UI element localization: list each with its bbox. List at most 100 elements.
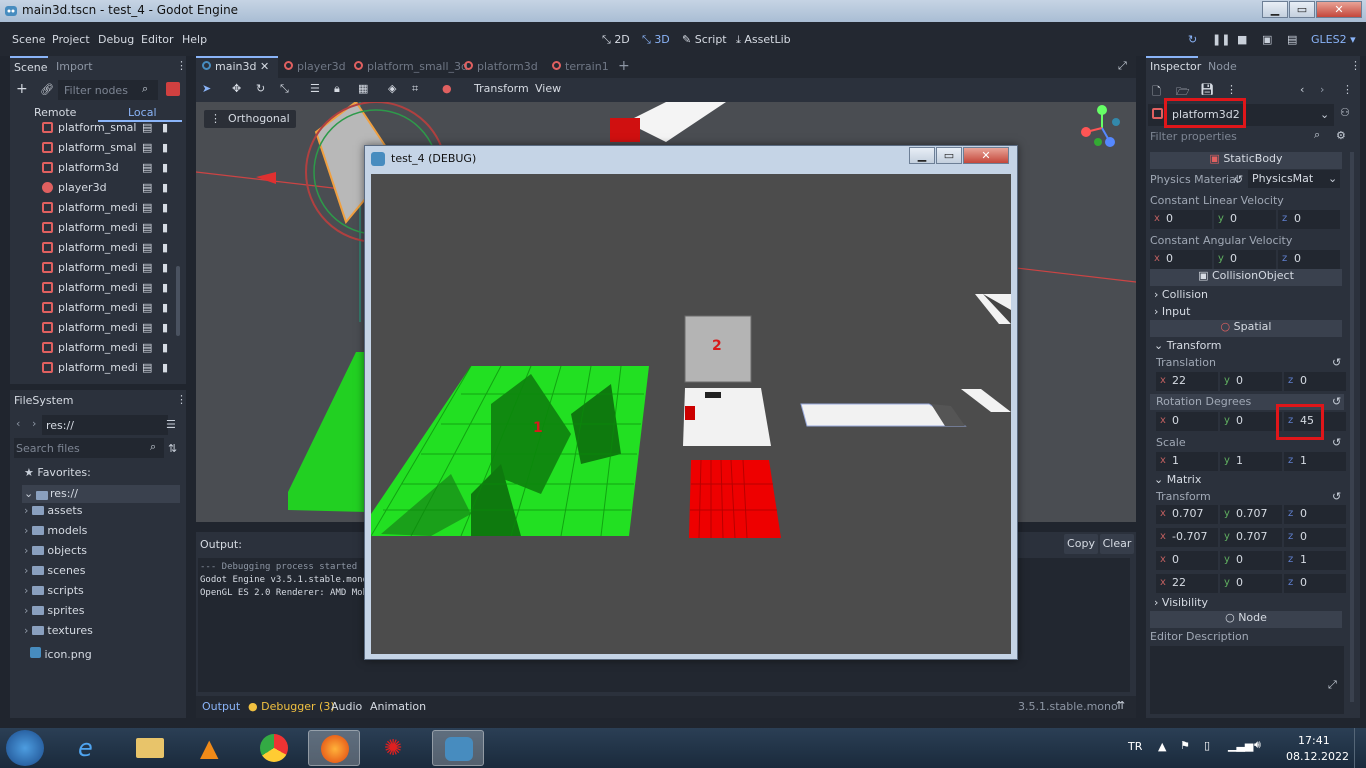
tree-node-row[interactable]: platform_smal▤▮◉ [22,118,180,138]
add-node-icon[interactable]: + [16,81,28,97]
collision-group[interactable]: › Collision [1154,288,1208,301]
clapperboard-icon[interactable]: ▤ [142,221,152,234]
inspector-scale-z-field[interactable]: z1 [1284,452,1346,471]
tree-node-row[interactable]: platform_medium▤▮◉ [22,358,180,378]
maximize-button[interactable]: ▭ [1289,1,1315,18]
filter-properties-input[interactable]: Filter properties ⌕ [1146,128,1340,148]
link-icon[interactable]: 🔗︎ [40,83,54,96]
debug-minimize-button[interactable]: ▁ [909,147,935,164]
scale-tool-icon[interactable]: ⤡ [280,82,289,96]
orientation-gizmo[interactable] [1074,102,1130,162]
reset-icon[interactable]: ↺ [1234,173,1243,186]
inspector-scrollbar[interactable] [1350,152,1354,702]
folder-row[interactable]: › models [24,524,87,544]
tree-node-row[interactable]: platform_medium▤▮◉ [22,338,180,358]
sort-icon[interactable]: ⇅ [168,442,177,455]
tree-node-row[interactable]: platform_medium▤▮◉ [22,238,180,258]
tree-node-row[interactable]: platform_medium▤▮◉ [22,318,180,338]
inspector-const_linear-y-field[interactable]: y0 [1214,210,1276,229]
inspector-const_linear-z-field[interactable]: z0 [1278,210,1340,229]
local-space-icon[interactable]: ◈ [388,82,396,95]
inspector-matrix-3-y-field[interactable]: y0 [1220,574,1282,593]
history-forward-icon[interactable]: › [1320,83,1324,96]
menu-scene[interactable]: Scene [12,33,46,46]
inspector-scale-x-field[interactable]: x1 [1156,452,1218,471]
matrix-group[interactable]: ⌄ Matrix [1154,473,1201,486]
forward-arrow-icon[interactable]: › [32,417,36,430]
folder-row[interactable]: › sprites [24,604,85,624]
select-tool-icon[interactable]: ➤ [202,82,211,95]
flag-icon[interactable]: ⚑ [1180,739,1190,752]
tree-node-row[interactable]: platform_medium▤▮◉ [22,218,180,238]
section-node[interactable]: ○ Node [1150,611,1342,628]
battery-icon[interactable]: ▯ [1204,739,1210,752]
script-icon[interactable]: ▮ [162,141,168,154]
inspector-matrix-0-x-field[interactable]: x 0.707 [1156,505,1218,524]
script-icon[interactable]: ▮ [162,221,168,234]
clapperboard-icon[interactable]: ▤ [142,161,152,174]
network-icon[interactable]: ▁▃▅ [1228,739,1253,752]
folder-row[interactable]: › scenes [24,564,85,584]
script-icon[interactable]: ▮ [162,321,168,334]
ie-app[interactable]: e [64,730,116,766]
debug-close-button[interactable]: ✕ [963,147,1009,164]
script-icon[interactable]: ▮ [162,181,168,194]
script-icon[interactable]: ▮ [162,241,168,254]
clapperboard-icon[interactable]: ▤ [142,141,152,154]
renderer-select[interactable]: GLES2 ▾ [1311,33,1356,46]
history-icon[interactable]: ⋮ [1342,83,1353,96]
menu-project[interactable]: Project [52,33,90,46]
input-group[interactable]: › Input [1154,305,1190,318]
inspector-translation-z-field[interactable]: z0 [1284,372,1346,391]
new-resource-icon[interactable]: 🗋︎ [1152,83,1161,102]
play-scene-icon[interactable]: ▣ [1262,33,1272,46]
clapperboard-icon[interactable]: ▤ [142,361,152,374]
script-icon[interactable]: ▮ [162,121,168,134]
clapperboard-icon[interactable]: ▤ [142,321,152,334]
inspector-matrix-2-y-field[interactable]: y0 [1220,551,1282,570]
workspace-script[interactable]: ✎ Script [682,33,727,46]
clapperboard-icon[interactable]: ▤ [142,121,152,134]
path-field[interactable]: res:// [42,415,168,435]
search-files-input[interactable]: Search files ⌕ [14,438,164,458]
tree-node-row[interactable]: platform3d▤▮◉ [22,158,180,178]
folder-row[interactable]: › objects [24,544,87,564]
filter-nodes-input[interactable]: Filter nodes ⌕ [58,80,158,100]
reload-icon[interactable]: ↻ [1188,33,1197,46]
copy-button[interactable]: Copy [1064,534,1098,554]
pause-icon[interactable]: ❚❚ [1212,33,1230,46]
snap-icon[interactable]: ⌗ [412,82,418,96]
close-button[interactable]: ✕ [1316,1,1362,18]
dock-menu-icon[interactable]: ⋮ [176,59,187,72]
clapperboard-icon[interactable]: ▤ [142,281,152,294]
tree-node-row[interactable]: platform_medium▤▮◉ [22,298,180,318]
expand-icon[interactable]: ⤢ [1328,678,1337,692]
section-collisionobject[interactable]: ▣ CollisionObject [1150,269,1342,286]
tree-scrollbar[interactable] [176,266,180,336]
folder-row[interactable]: › textures [24,624,93,644]
inspector-const_angular-x-field[interactable]: x0 [1150,250,1212,269]
visibility-group[interactable]: › Visibility [1154,596,1208,609]
script-icon[interactable]: ▮ [162,341,168,354]
inspector-const_angular-z-field[interactable]: z0 [1278,250,1340,269]
tree-node-row[interactable]: player3d▤▮◉ [22,178,180,198]
language-indicator[interactable]: TR [1128,740,1142,753]
new-tab-icon[interactable]: + [618,58,630,74]
inspector-matrix-0-y-field[interactable]: y 0.707 [1220,505,1282,524]
close-tab-icon[interactable]: ✕ [260,60,269,73]
clapperboard-icon[interactable]: ▤ [142,261,152,274]
script-icon[interactable]: ▮ [162,161,168,174]
editor-tab[interactable]: platform_small_3d [348,56,468,78]
transform-group[interactable]: ⌄ Transform [1154,339,1221,352]
game-canvas[interactable]: 1 2 [371,174,1011,654]
object-properties-icon[interactable]: ⚇ [1340,106,1350,119]
editor-tab[interactable]: terrain1 [546,56,614,78]
script-icon[interactable]: ▮ [162,261,168,274]
list-select-icon[interactable]: ☰ [310,82,320,95]
firefox-app[interactable] [308,730,360,766]
clock-date[interactable]: 08.12.2022 [1286,750,1349,763]
move-tool-icon[interactable]: ✥ [232,82,241,95]
distraction-free-icon[interactable]: ⤢ [1118,59,1127,73]
save-icon[interactable]: 💾︎ [1200,83,1214,96]
tree-node-row[interactable]: platform_medium▤▮◉ [22,278,180,298]
